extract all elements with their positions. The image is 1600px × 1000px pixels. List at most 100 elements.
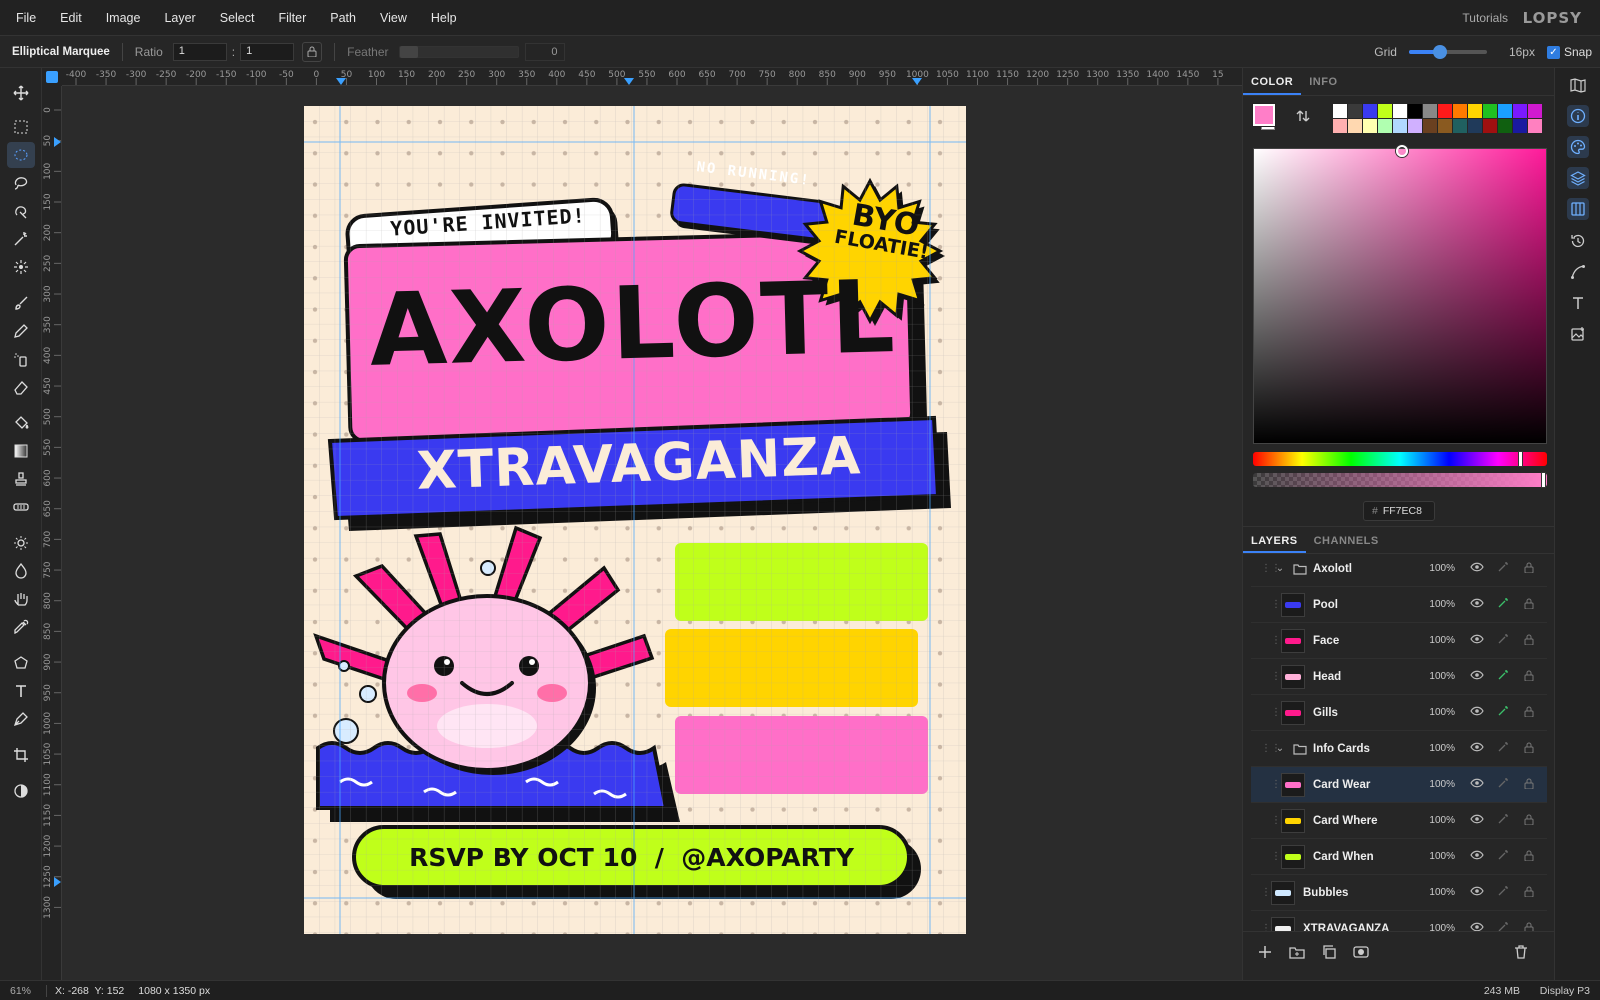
layer-name[interactable]: Card When <box>1313 851 1429 863</box>
pencil-tool[interactable] <box>7 318 35 344</box>
drag-handle-icon[interactable]: ⋮⋮ <box>1271 851 1291 862</box>
lock-icon[interactable] <box>1521 598 1537 612</box>
color-swatch[interactable] <box>1528 119 1542 133</box>
channels-panel-button[interactable] <box>1567 198 1589 220</box>
layer-row[interactable]: ⋮⋮ Card Wear100% <box>1251 767 1547 803</box>
layer-row[interactable]: ⋮⋮ XTRAVAGANZA100% <box>1251 911 1547 931</box>
layer-name[interactable]: Pool <box>1313 599 1429 611</box>
color-swatch[interactable] <box>1348 104 1362 118</box>
hex-input[interactable]: # FF7EC8 <box>1363 501 1435 521</box>
canvas-area[interactable]: YOU'RE INVITED! NO RUNNING! BYO FLOATIE!… <box>62 86 1242 980</box>
lock-icon[interactable] <box>1521 742 1537 756</box>
spray-tool[interactable] <box>7 346 35 372</box>
lock-icon[interactable] <box>1521 886 1537 900</box>
guide-marker[interactable] <box>336 78 346 85</box>
visibility-eye-icon[interactable] <box>1469 850 1485 863</box>
menu-layer[interactable]: Layer <box>152 11 207 25</box>
alpha-slider-knob[interactable] <box>1541 472 1546 488</box>
color-swatch[interactable] <box>1378 119 1392 133</box>
layer-opacity[interactable]: 100% <box>1429 851 1455 862</box>
color-swatch[interactable] <box>1513 104 1527 118</box>
magic-wand-tool[interactable] <box>7 226 35 252</box>
layer-name[interactable]: Card Wear <box>1313 779 1429 791</box>
visibility-eye-icon[interactable] <box>1469 706 1485 719</box>
layer-opacity[interactable]: 100% <box>1429 563 1455 574</box>
delete-layer-button[interactable] <box>1513 944 1529 963</box>
color-swatch[interactable] <box>1333 104 1347 118</box>
layer-opacity[interactable]: 100% <box>1429 599 1455 610</box>
guide-marker[interactable] <box>912 78 922 85</box>
visibility-eye-icon[interactable] <box>1469 886 1485 899</box>
color-swatch[interactable] <box>1468 104 1482 118</box>
color-panel-button[interactable] <box>1567 136 1589 158</box>
color-swatch[interactable] <box>1483 104 1497 118</box>
drag-handle-icon[interactable]: ⋮⋮ <box>1271 635 1291 646</box>
layer-row[interactable]: ⋮⋮ ⌄ Info Cards 100% <box>1251 731 1547 767</box>
layer-name[interactable]: Info Cards <box>1313 743 1429 755</box>
drag-handle-icon[interactable]: ⋮⋮ <box>1261 563 1281 574</box>
color-swatch[interactable] <box>1483 119 1497 133</box>
add-layer-button[interactable] <box>1257 944 1273 963</box>
drag-handle-icon[interactable]: ⋮⋮ <box>1271 707 1291 718</box>
drag-handle-icon[interactable]: ⋮⋮ <box>1261 923 1281 931</box>
effects-icon[interactable] <box>1495 921 1511 931</box>
heal-tool[interactable] <box>7 494 35 520</box>
feather-slider-knob[interactable] <box>399 45 418 58</box>
chevron-down-icon[interactable]: ⌄ <box>1271 743 1289 754</box>
visibility-eye-icon[interactable] <box>1469 922 1485 931</box>
menu-view[interactable]: View <box>368 11 419 25</box>
ratio-height-input[interactable]: 1 <box>240 42 295 61</box>
lock-icon[interactable] <box>1521 814 1537 828</box>
color-swatch[interactable] <box>1528 104 1542 118</box>
tab-info[interactable]: INFO <box>1301 68 1345 95</box>
visibility-eye-icon[interactable] <box>1469 742 1485 755</box>
menu-help[interactable]: Help <box>419 11 469 25</box>
pen-tool[interactable] <box>7 706 35 732</box>
effects-icon[interactable] <box>1495 777 1511 792</box>
text-tool[interactable] <box>7 678 35 704</box>
color-swatch[interactable] <box>1438 119 1452 133</box>
hand-tool[interactable] <box>7 586 35 612</box>
tab-layers[interactable]: LAYERS <box>1243 527 1306 553</box>
drag-handle-icon[interactable]: ⋮⋮ <box>1261 743 1281 754</box>
saturation-value-picker[interactable] <box>1253 145 1547 444</box>
visibility-eye-icon[interactable] <box>1469 814 1485 827</box>
burn-tool[interactable] <box>7 558 35 584</box>
color-swatch[interactable] <box>1453 104 1467 118</box>
duplicate-layer-button[interactable] <box>1321 944 1337 963</box>
eyedropper-tool[interactable] <box>7 614 35 640</box>
color-swatch[interactable] <box>1408 104 1422 118</box>
color-swatch[interactable] <box>1423 119 1437 133</box>
chevron-down-icon[interactable]: ⌄ <box>1271 563 1289 574</box>
snap-label[interactable]: Snap <box>1564 45 1592 59</box>
lock-icon[interactable] <box>1521 922 1537 931</box>
color-swatch[interactable] <box>1513 119 1527 133</box>
character-panel-button[interactable] <box>1567 292 1589 314</box>
zoom-level[interactable]: 61% <box>10 985 46 997</box>
ratio-width-input[interactable]: 1 <box>172 42 227 61</box>
color-swatch[interactable] <box>1408 119 1422 133</box>
color-swatch[interactable] <box>1363 104 1377 118</box>
tab-color[interactable]: COLOR <box>1243 68 1302 95</box>
lock-icon[interactable] <box>1521 850 1537 864</box>
vertical-ruler[interactable]: 0 50 100 150 200 250 300 350 400 450 500 550 600 650 7… <box>42 86 62 980</box>
layer-opacity[interactable]: 100% <box>1429 635 1455 646</box>
layer-name[interactable]: Head <box>1313 671 1429 683</box>
layer-row[interactable]: ⋮⋮ Card When100% <box>1251 839 1547 875</box>
menu-select[interactable]: Select <box>208 11 267 25</box>
color-swatch[interactable] <box>1348 119 1362 133</box>
tab-channels[interactable]: CHANNELS <box>1306 527 1387 553</box>
color-swatch[interactable] <box>1498 104 1512 118</box>
eraser-tool[interactable] <box>7 374 35 400</box>
layer-name[interactable]: XTRAVAGANZA <box>1303 923 1429 932</box>
new-group-button[interactable] <box>1289 944 1305 963</box>
effects-icon[interactable] <box>1495 813 1511 828</box>
color-swatch[interactable] <box>1468 119 1482 133</box>
tutorials-link[interactable]: Tutorials <box>1462 11 1508 25</box>
layer-opacity[interactable]: 100% <box>1429 671 1455 682</box>
color-swatch[interactable] <box>1333 119 1347 133</box>
quick-select-tool[interactable] <box>7 198 35 224</box>
effects-icon[interactable] <box>1495 885 1511 900</box>
color-swatch[interactable] <box>1438 104 1452 118</box>
hue-slider-knob[interactable] <box>1518 451 1523 467</box>
